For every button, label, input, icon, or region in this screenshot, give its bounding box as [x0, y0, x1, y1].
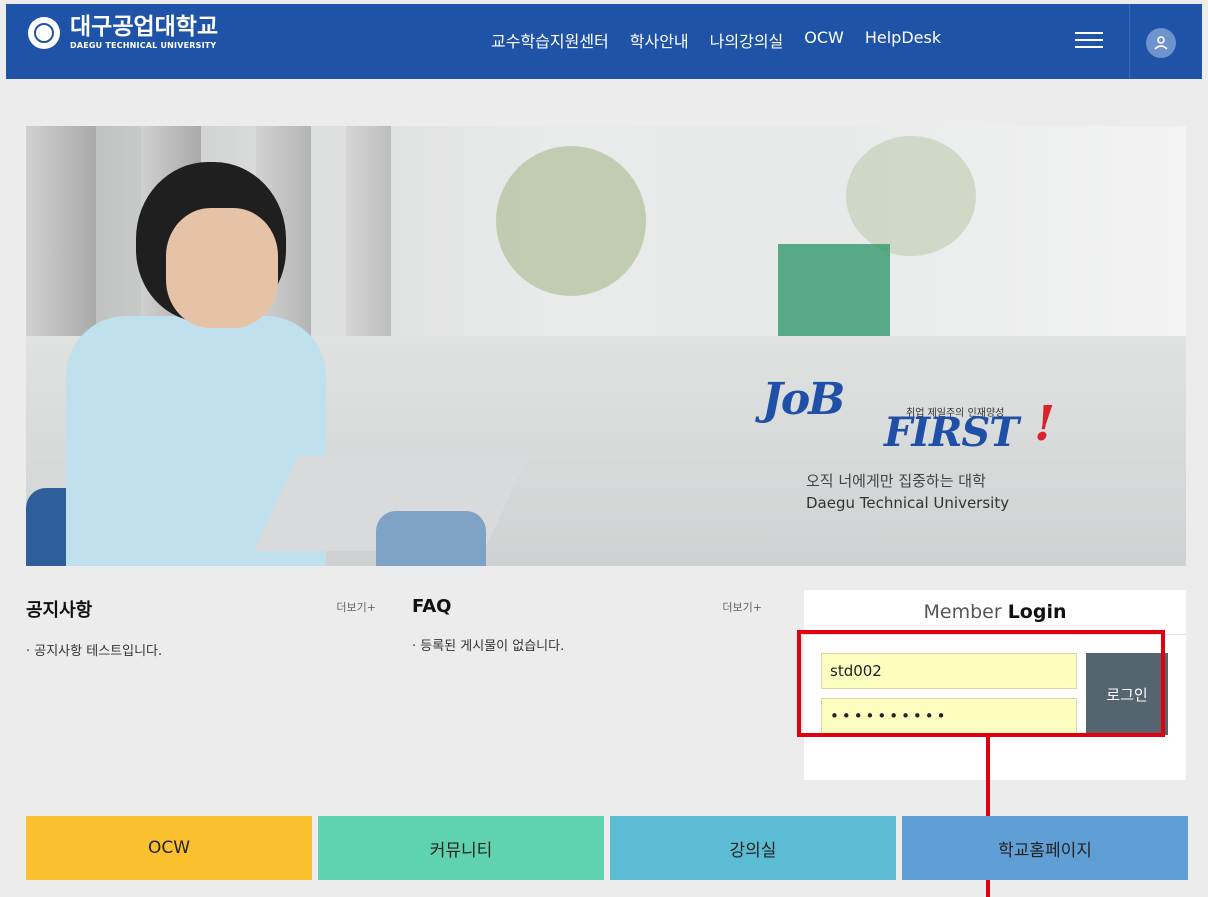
tile-ocw[interactable]: OCW: [26, 816, 312, 880]
login-heading-bold: Login: [1007, 601, 1067, 623]
hero-kiosk: [778, 244, 890, 344]
navigation-bar: 대구공업대학교 DAEGU TECHNICAL UNIVERSITY 교수학습지…: [6, 4, 1202, 79]
logo-korean-name: 대구공업대학교: [70, 14, 219, 40]
menu-item-helpdesk[interactable]: HelpDesk: [865, 28, 941, 52]
hero-person-face: [166, 208, 278, 328]
university-logo[interactable]: 대구공업대학교 DAEGU TECHNICAL UNIVERSITY: [28, 16, 218, 50]
menu-item-my-classroom[interactable]: 나의강의실: [710, 28, 784, 52]
tile-classroom[interactable]: 강의실: [610, 816, 896, 880]
notice-more-link[interactable]: 더보기+: [336, 599, 376, 615]
tile-school-homepage[interactable]: 학교홈페이지: [902, 816, 1188, 880]
faq-more-link[interactable]: 더보기+: [722, 599, 762, 615]
slogan-english-line: Daegu Technical University: [806, 494, 1010, 512]
notice-section: 공지사항 더보기+ · 공지사항 테스트입니다.: [26, 596, 376, 659]
hamburger-icon[interactable]: [1075, 32, 1103, 48]
faq-item: · 등록된 게시물이 없습니다.: [412, 639, 565, 654]
notice-item[interactable]: · 공지사항 테스트입니다.: [26, 640, 376, 659]
tile-community[interactable]: 커뮤니티: [318, 816, 604, 880]
menu-item-academic-info[interactable]: 학사안내: [630, 28, 689, 52]
top-bar: 대구공업대학교 DAEGU TECHNICAL UNIVERSITY 교수학습지…: [0, 0, 1208, 80]
logo-english-name: DAEGU TECHNICAL UNIVERSITY: [70, 41, 217, 50]
login-heading-prefix: Member: [923, 601, 1002, 623]
menu-item-ocw[interactable]: OCW: [804, 28, 844, 52]
main-menu: 교수학습지원센터 학사안내 나의강의실 OCW HelpDesk: [491, 28, 941, 52]
nav-divider: [1129, 4, 1130, 79]
faq-title: FAQ: [412, 596, 452, 617]
university-emblem-icon: [28, 17, 60, 49]
menu-item-teaching-center[interactable]: 교수학습지원센터: [491, 28, 609, 52]
hero-tree: [846, 136, 976, 256]
hero-tree: [496, 146, 646, 296]
slogan-first: FIRST: [884, 409, 1019, 456]
slogan-job: JoB: [762, 374, 845, 425]
hero-person-legs: [376, 511, 486, 566]
login-heading: Member Login: [804, 590, 1186, 635]
hero-banner: JoB 취업 제일주의 인재양성 FIRST ! 오직 너에게만 집중하는 대학…: [26, 126, 1186, 566]
user-icon[interactable]: [1146, 28, 1176, 58]
faq-section: FAQ 더보기+ · 등록된 게시물이 없습니다.: [412, 596, 762, 654]
highlight-box: [797, 630, 1165, 737]
notice-title: 공지사항: [26, 600, 93, 621]
slogan-exclamation: !: [1034, 396, 1056, 452]
slogan-korean-line: 오직 너에게만 집중하는 대학: [806, 472, 986, 490]
quick-links: OCW 커뮤니티 강의실 학교홈페이지: [26, 816, 1188, 880]
